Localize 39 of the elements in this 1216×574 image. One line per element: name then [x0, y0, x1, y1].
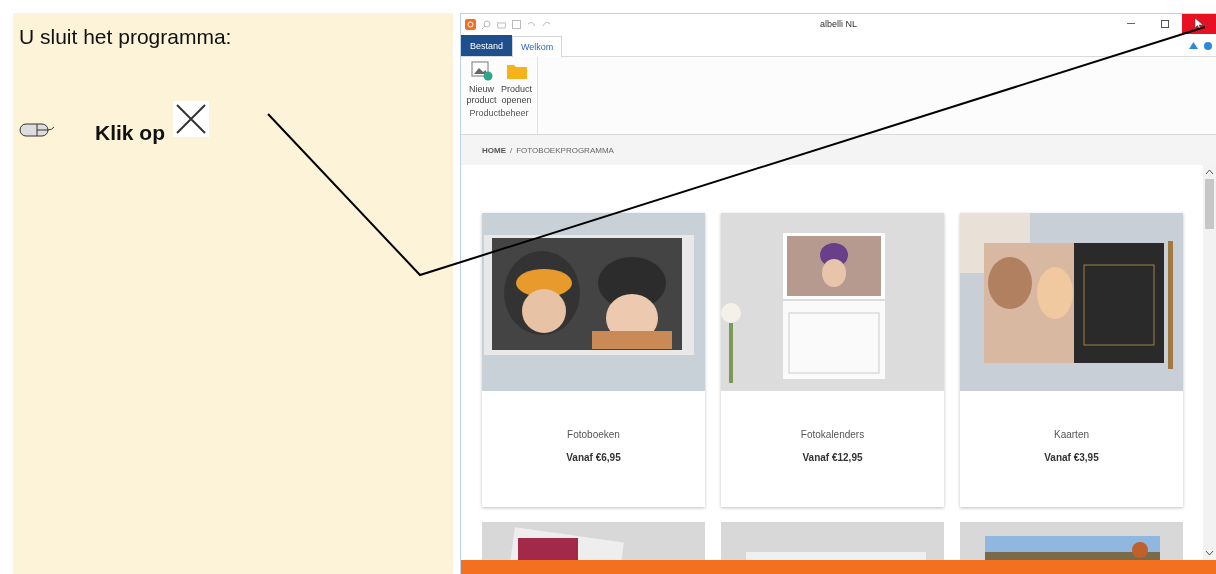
help-icon[interactable] — [1204, 41, 1212, 50]
product-name: Fotokalenders — [800, 429, 865, 440]
ribbon-button[interactable]: Nieuw product — [465, 61, 498, 106]
scroll-down-icon[interactable] — [1205, 550, 1214, 556]
step-text: Klik op — [95, 121, 165, 145]
breadcrumb-link[interactable]: HOME — [482, 145, 506, 155]
ribbon-button[interactable]: Product openen — [500, 61, 533, 106]
product-name: Kaarten — [1054, 429, 1089, 440]
scrollbar[interactable] — [1203, 165, 1216, 560]
app-logo-icon — [465, 18, 476, 30]
cursor-icon — [1194, 18, 1204, 30]
close-button[interactable] — [1182, 14, 1216, 34]
collapse-icon[interactable] — [1189, 42, 1198, 49]
instruction-heading: U sluit het programma: — [19, 25, 233, 49]
undo-icon[interactable] — [527, 19, 536, 29]
redo-icon[interactable] — [542, 19, 551, 29]
product-price: Vanaf €3,95 — [1044, 452, 1099, 463]
ribbon-tab[interactable]: Bestand — [461, 35, 513, 56]
scroll-thumb[interactable] — [1205, 179, 1214, 229]
maximize-icon — [1161, 20, 1169, 28]
minimize-icon — [1127, 23, 1135, 25]
mouse-icon — [19, 122, 55, 138]
breadcrumb-current: FOTOBOEKPROGRAMMA — [516, 145, 614, 155]
close-icon — [173, 101, 209, 137]
product-card[interactable]: Fotokalenders Vanaf €12,95 — [721, 213, 944, 507]
product-price: Vanaf €12,95 — [802, 452, 863, 463]
ribbon-tab[interactable]: Welkom — [512, 36, 563, 57]
image-add-icon — [470, 61, 493, 81]
product-price: Vanaf €6,95 — [566, 452, 621, 463]
product-card[interactable]: Kaarten Vanaf €3,95 — [960, 213, 1183, 507]
cart-icon[interactable] — [497, 19, 506, 29]
product-name: Fotoboeken — [567, 429, 620, 440]
scroll-up-icon[interactable] — [1205, 169, 1214, 175]
breadcrumb-separator: / — [510, 145, 513, 155]
search-icon[interactable] — [482, 19, 491, 29]
window-title: albelli NL — [820, 19, 857, 29]
product-card[interactable]: Fotoboeken Vanaf €6,95 — [482, 213, 705, 507]
group-label: Productbeheer — [469, 108, 529, 118]
save-icon[interactable] — [512, 19, 521, 29]
